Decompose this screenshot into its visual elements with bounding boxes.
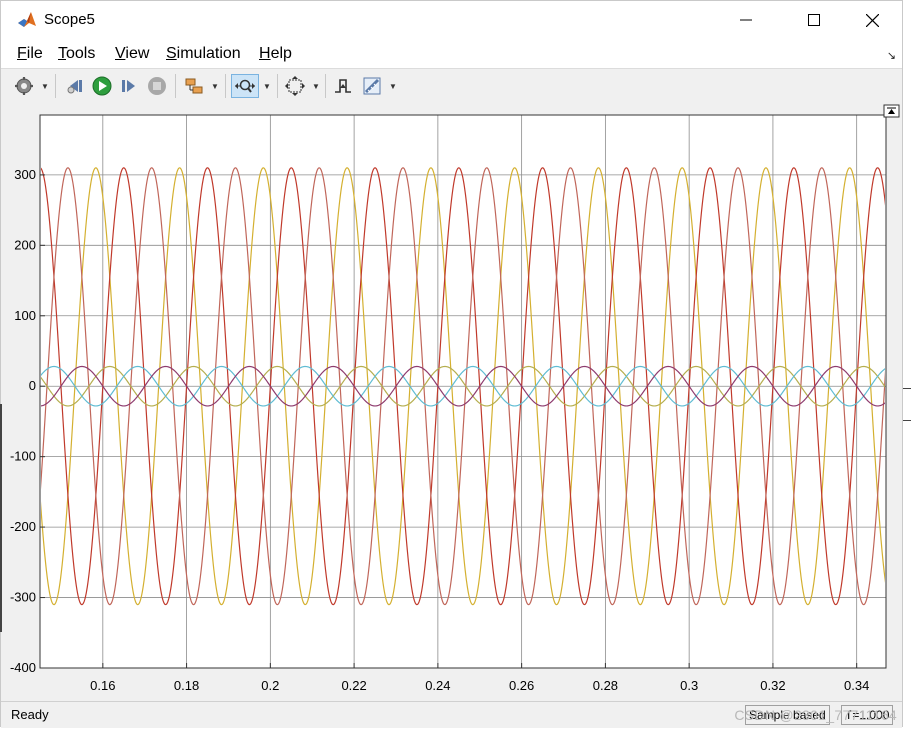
step-forward-icon — [122, 80, 135, 92]
step-back-button[interactable] — [63, 74, 87, 98]
y-tick-label: 0 — [29, 378, 36, 393]
autoscale-icon — [285, 76, 305, 96]
toolbar-separator — [225, 74, 226, 98]
zoom-icon — [235, 79, 255, 93]
measurements-dropdown-arrow-icon[interactable]: ▼ — [389, 82, 397, 91]
zoom-dropdown-arrow-icon[interactable]: ▼ — [263, 82, 271, 91]
stop-icon — [148, 77, 166, 95]
background-window-edge — [903, 420, 911, 421]
menu-file[interactable]: File — [17, 45, 43, 63]
status-text: Ready — [11, 707, 49, 722]
menu-simulation[interactable]: Simulation — [166, 45, 241, 63]
toolbar-separator — [325, 74, 326, 98]
menu-bar: File Tools View Simulation Help ↘ — [1, 41, 902, 67]
expand-legend-button[interactable] — [883, 104, 900, 118]
maximize-icon — [808, 14, 820, 26]
matlab-icon — [17, 10, 37, 30]
background-window-edge — [0, 404, 2, 632]
run-button[interactable] — [90, 74, 114, 98]
y-tick-label: 200 — [14, 237, 36, 252]
toolbar-separator — [55, 74, 56, 98]
minimize-icon — [740, 19, 752, 21]
highlight-simulink-block-button[interactable] — [182, 74, 206, 98]
y-tick-label: -200 — [10, 519, 36, 534]
maximize-button[interactable] — [791, 7, 837, 33]
toolbar-separator — [175, 74, 176, 98]
toolbar-separator — [277, 74, 278, 98]
zoom-button[interactable] — [231, 74, 259, 98]
run-icon — [92, 76, 112, 96]
minimize-button[interactable] — [723, 7, 769, 33]
x-tick-label: 0.26 — [509, 678, 534, 693]
scope-plot[interactable]: 0.16 0.18 0.2 0.22 0.24 0.26 0.28 0.3 0.32 0.34 -4… — [1, 103, 902, 701]
settings-gear-icon — [15, 77, 33, 95]
scope-window: Scope5 File Tools View Simulation Help ↘… — [0, 0, 903, 728]
x-tick-label: 0.2 — [261, 678, 279, 693]
y-tick-label: -300 — [10, 590, 36, 605]
dock-arrow-icon[interactable]: ↘ — [887, 49, 896, 62]
settings-dropdown-arrow-icon[interactable]: ▼ — [41, 82, 49, 91]
highlight-simulink-block-icon — [185, 78, 203, 94]
background-window-edge — [903, 388, 911, 389]
highlight-dropdown-arrow-icon[interactable]: ▼ — [211, 82, 219, 91]
settings-button[interactable] — [11, 74, 37, 98]
x-tick-label: 0.32 — [760, 678, 785, 693]
toolbar: ▼ ▼ ▼ ▼ ▼ — [1, 68, 902, 104]
triggers-icon — [335, 79, 351, 93]
y-tick-label: 300 — [14, 167, 36, 182]
x-tick-label: 0.18 — [174, 678, 199, 693]
x-tick-label: 0.34 — [844, 678, 869, 693]
menu-help[interactable]: Help — [259, 45, 292, 63]
y-tick-label: -400 — [10, 660, 36, 675]
close-icon — [865, 13, 879, 27]
menu-view[interactable]: View — [115, 45, 149, 63]
x-tick-label: 0.3 — [680, 678, 698, 693]
y-tick-label: 100 — [14, 308, 36, 323]
step-back-icon — [67, 80, 82, 94]
autoscale-button[interactable] — [283, 74, 307, 98]
autoscale-dropdown-arrow-icon[interactable]: ▼ — [312, 82, 320, 91]
step-forward-button[interactable] — [117, 74, 141, 98]
x-tick-label: 0.28 — [593, 678, 618, 693]
stop-button[interactable] — [145, 74, 169, 98]
x-tick-label: 0.22 — [341, 678, 366, 693]
close-button[interactable] — [849, 7, 895, 33]
measurements-button[interactable] — [360, 74, 384, 98]
title-bar: Scope5 — [1, 1, 902, 39]
x-tick-label: 0.16 — [90, 678, 115, 693]
x-tick-label: 0.24 — [425, 678, 450, 693]
y-tick-label: -100 — [10, 449, 36, 464]
scope-display[interactable]: 0.16 0.18 0.2 0.22 0.24 0.26 0.28 0.3 0.32 0.34 -4… — [1, 103, 902, 701]
watermark: CSDN @2301_77711164 — [734, 707, 897, 723]
triggers-button[interactable] — [331, 74, 355, 98]
measurements-icon — [363, 77, 381, 95]
menu-tools[interactable]: Tools — [58, 45, 95, 63]
window-title: Scope5 — [44, 11, 95, 28]
